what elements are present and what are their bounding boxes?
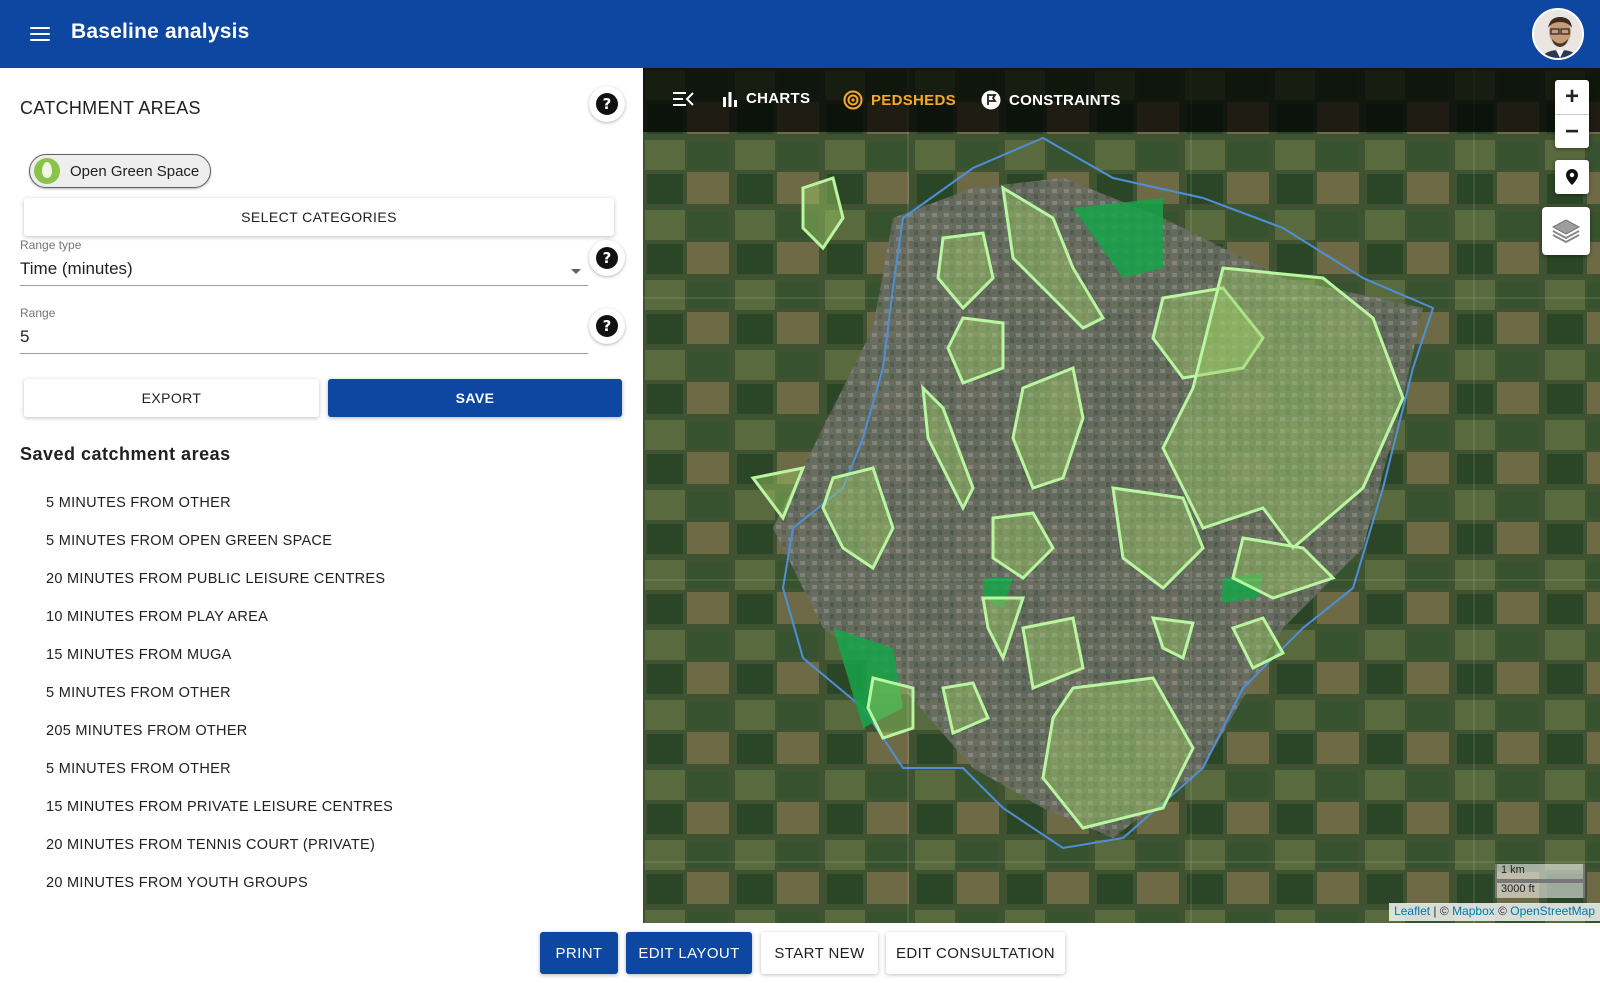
- attribution-separator: | ©: [1430, 904, 1453, 918]
- map-view[interactable]: CHARTS PEDSHEDS CONSTRAINTS + − 1 km 300…: [643, 68, 1600, 923]
- chevron-down-icon[interactable]: [571, 269, 581, 274]
- help-icon: ?: [596, 247, 618, 269]
- map-toolbar: CHARTS PEDSHEDS CONSTRAINTS: [643, 68, 1600, 132]
- layers-icon: [1551, 219, 1581, 244]
- help-icon: ?: [596, 315, 618, 337]
- saved-item[interactable]: 15 MINUTES FROM MUGA: [46, 646, 393, 684]
- tab-constraints-label: CONSTRAINTS: [1009, 91, 1121, 109]
- flag-icon: [981, 90, 1001, 110]
- category-chip[interactable]: Open Green Space: [29, 154, 211, 188]
- zoom-in-button[interactable]: +: [1555, 80, 1589, 114]
- saved-item[interactable]: 20 MINUTES FROM YOUTH GROUPS: [46, 874, 393, 912]
- panel-title: CATCHMENT AREAS: [20, 98, 201, 118]
- layers-button[interactable]: [1542, 207, 1590, 255]
- saved-item[interactable]: 10 MINUTES FROM PLAY AREA: [46, 608, 393, 646]
- saved-item[interactable]: 5 MINUTES FROM OTHER: [46, 760, 393, 798]
- map-attribution: Leaflet | © Mapbox © OpenStreetMap: [1389, 903, 1600, 921]
- app-title: Baseline analysis: [71, 20, 250, 43]
- start-new-button[interactable]: START NEW: [761, 932, 878, 974]
- edit-consultation-button[interactable]: EDIT CONSULTATION: [886, 932, 1065, 974]
- chip-label: Open Green Space: [70, 162, 200, 180]
- attribution-separator: ©: [1494, 904, 1511, 918]
- help-icon: ?: [596, 93, 618, 115]
- menu-icon[interactable]: [28, 23, 52, 45]
- tab-pedsheds[interactable]: PEDSHEDS: [843, 90, 956, 110]
- tab-charts-label: CHARTS: [746, 90, 811, 107]
- satellite-map[interactable]: [643, 68, 1600, 923]
- select-categories-button[interactable]: SELECT CATEGORIES: [24, 198, 614, 236]
- saved-item[interactable]: 5 MINUTES FROM OTHER: [46, 494, 393, 532]
- scale-bar: 1 km 3000 ft: [1495, 864, 1585, 898]
- collapse-panel-icon[interactable]: [673, 90, 695, 108]
- zoom-control: + −: [1555, 80, 1589, 148]
- print-button[interactable]: PRINT: [540, 932, 618, 974]
- radar-icon: [843, 90, 863, 110]
- range-input[interactable]: 5: [20, 327, 29, 347]
- leaflet-link[interactable]: Leaflet: [1394, 904, 1430, 918]
- saved-item[interactable]: 5 MINUTES FROM OTHER: [46, 684, 393, 722]
- range-type-label: Range type: [20, 238, 82, 252]
- save-button[interactable]: SAVE: [328, 379, 622, 417]
- zoom-out-button[interactable]: −: [1555, 114, 1589, 148]
- range-type-select[interactable]: Time (minutes): [20, 259, 133, 279]
- mapbox-link[interactable]: Mapbox: [1452, 904, 1495, 918]
- avatar[interactable]: [1532, 8, 1584, 60]
- scale-km: 1 km: [1495, 864, 1585, 881]
- leaf-icon: [34, 158, 60, 184]
- range-type-underline: [20, 285, 588, 286]
- catchment-panel: CATCHMENT AREAS ? Open Green Space SELEC…: [2, 68, 643, 983]
- scale-ft: 3000 ft: [1495, 881, 1585, 898]
- saved-catchment-list: 5 MINUTES FROM OTHER 5 MINUTES FROM OPEN…: [46, 494, 393, 912]
- help-catchment-button[interactable]: ?: [589, 86, 625, 122]
- tab-pedsheds-label: PEDSHEDS: [871, 91, 956, 109]
- saved-item[interactable]: 20 MINUTES FROM PUBLIC LEISURE CENTRES: [46, 570, 393, 608]
- help-range-button[interactable]: ?: [589, 308, 625, 344]
- bar-chart-icon: [723, 91, 737, 107]
- export-button[interactable]: EXPORT: [24, 379, 319, 417]
- tab-charts[interactable]: CHARTS: [722, 90, 810, 107]
- map-pin-icon: [1566, 169, 1578, 185]
- saved-item[interactable]: 5 MINUTES FROM OPEN GREEN SPACE: [46, 532, 393, 570]
- saved-item[interactable]: 15 MINUTES FROM PRIVATE LEISURE CENTRES: [46, 798, 393, 836]
- location-pin-button[interactable]: [1555, 160, 1589, 194]
- saved-item[interactable]: 205 MINUTES FROM OTHER: [46, 722, 393, 760]
- bottom-action-bar: PRINT EDIT LAYOUT START NEW EDIT CONSULT…: [0, 923, 1600, 983]
- app-bar: Baseline analysis: [0, 0, 1600, 68]
- saved-title: Saved catchment areas: [20, 444, 231, 464]
- edit-layout-button[interactable]: EDIT LAYOUT: [626, 932, 752, 974]
- tab-constraints[interactable]: CONSTRAINTS: [981, 90, 1121, 110]
- help-range-type-button[interactable]: ?: [589, 240, 625, 276]
- osm-link[interactable]: OpenStreetMap: [1510, 904, 1595, 918]
- range-label: Range: [20, 306, 56, 320]
- saved-item[interactable]: 20 MINUTES FROM TENNIS COURT (PRIVATE): [46, 836, 393, 874]
- range-underline: [20, 353, 588, 354]
